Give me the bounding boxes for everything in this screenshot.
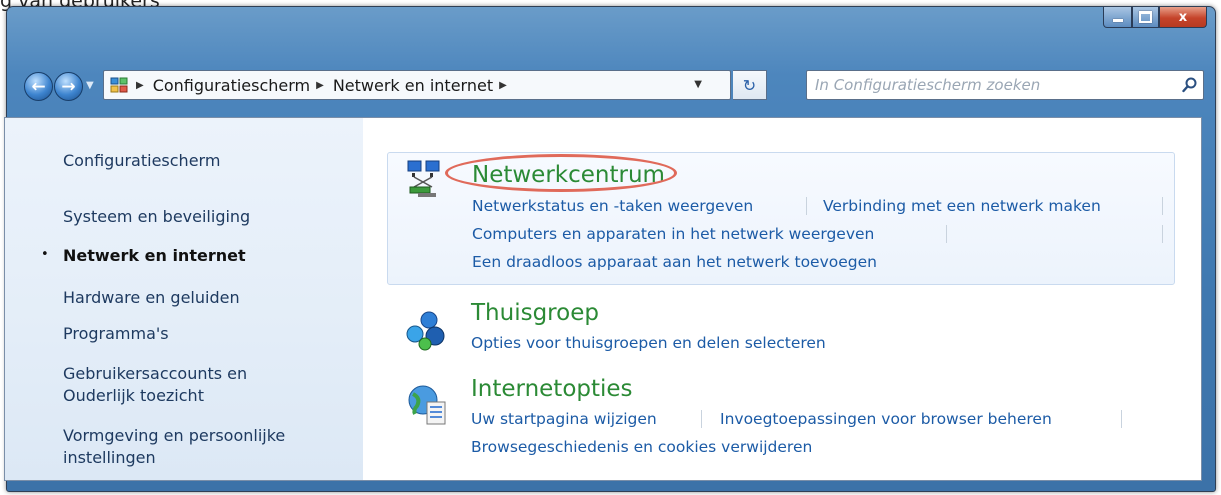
category-homegroup: Thuisgroep Opties voor thuisgroepen en d… (387, 294, 1175, 364)
category-title-homegroup[interactable]: Thuisgroep (471, 300, 599, 326)
minimize-icon (1112, 18, 1123, 22)
close-icon: x (1178, 9, 1188, 25)
sidebar-item-hardware-sound[interactable]: Hardware en geluiden (63, 287, 240, 309)
network-center-icon (406, 159, 450, 203)
homegroup-icon (405, 308, 449, 352)
chevron-down-icon: ▼ (86, 80, 94, 91)
breadcrumb-control-panel[interactable]: Configuratiescherm (153, 76, 310, 95)
breadcrumb-separator-icon[interactable]: ▶ (316, 80, 324, 91)
link-change-homepage[interactable]: Uw startpagina wijzigen (471, 410, 657, 428)
recent-pages-dropdown[interactable]: ▼ (86, 80, 94, 91)
sidebar-item-system-security[interactable]: Systeem en beveiliging (63, 206, 250, 228)
main-panel: Netwerkcentrum Netwerkstatus en -taken w… (363, 118, 1201, 480)
sidebar-item-personalization[interactable]: instellingen (63, 447, 156, 469)
link-separator (806, 197, 807, 215)
address-bar[interactable]: ▶ Configuratiescherm ▶ Netwerk en intern… (103, 70, 731, 100)
category-internet-options: Internetopties Uw startpagina wijzigen I… (387, 372, 1175, 472)
forward-button[interactable]: → (54, 72, 83, 101)
internet-options-icon (405, 384, 449, 428)
sidebar-item-control-panel[interactable]: Configuratiescherm (63, 150, 220, 172)
back-arrow-icon: ← (31, 76, 46, 97)
category-title-internet-options[interactable]: Internetopties (471, 376, 633, 402)
sidebar: Configuratiescherm Systeem en beveiligin… (5, 118, 363, 480)
link-network-status[interactable]: Netwerkstatus en -taken weergeven (472, 197, 753, 215)
sidebar-item-user-accounts[interactable]: Gebruikersaccounts en (63, 363, 247, 385)
link-add-wireless-device[interactable]: Een draadloos apparaat aan het netwerk t… (472, 253, 877, 271)
search-input[interactable] (807, 71, 1177, 99)
search-icon[interactable] (1177, 77, 1203, 93)
link-separator (1121, 410, 1122, 428)
link-homegroup-options[interactable]: Opties voor thuisgroepen en delen select… (471, 334, 826, 352)
highlight-ellipse (445, 154, 677, 192)
link-separator (1162, 225, 1163, 243)
active-bullet-icon: • (41, 247, 49, 262)
content-area: Configuratiescherm Systeem en beveiligin… (4, 117, 1202, 481)
breadcrumb-network-internet[interactable]: Netwerk en internet (333, 76, 493, 95)
minimize-button[interactable] (1103, 7, 1132, 28)
link-manage-addons[interactable]: Invoegtoepassingen voor browser beheren (720, 410, 1052, 428)
link-separator (701, 410, 702, 428)
address-dropdown-icon[interactable]: ▼ (694, 79, 702, 90)
link-connect-network[interactable]: Verbinding met een netwerk maken (823, 197, 1101, 215)
window-controls: x (1103, 7, 1207, 29)
sidebar-item-appearance[interactable]: Vormgeving en persoonlijke (63, 425, 285, 447)
link-delete-history[interactable]: Browsegeschiedenis en cookies verwijdere… (471, 438, 812, 456)
link-separator (946, 225, 947, 243)
breadcrumb-separator-icon[interactable]: ▶ (136, 80, 144, 91)
back-button[interactable]: ← (24, 72, 53, 101)
maximize-button[interactable] (1132, 7, 1159, 28)
sidebar-item-network-internet[interactable]: Netwerk en internet (63, 245, 246, 267)
search-box[interactable] (806, 70, 1204, 100)
link-view-computers-devices[interactable]: Computers en apparaten in het netwerk we… (472, 225, 874, 243)
link-separator (1162, 197, 1163, 215)
refresh-icon: ↻ (742, 75, 757, 95)
refresh-button[interactable]: ↻ (733, 70, 767, 100)
sidebar-item-parental-controls[interactable]: Ouderlijk toezicht (63, 385, 204, 407)
forward-arrow-icon: → (61, 76, 76, 97)
control-panel-icon (108, 74, 130, 96)
breadcrumb-separator-icon[interactable]: ▶ (499, 80, 507, 91)
maximize-icon (1139, 11, 1152, 23)
sidebar-item-programs[interactable]: Programma's (63, 323, 169, 345)
close-button[interactable]: x (1159, 7, 1207, 28)
